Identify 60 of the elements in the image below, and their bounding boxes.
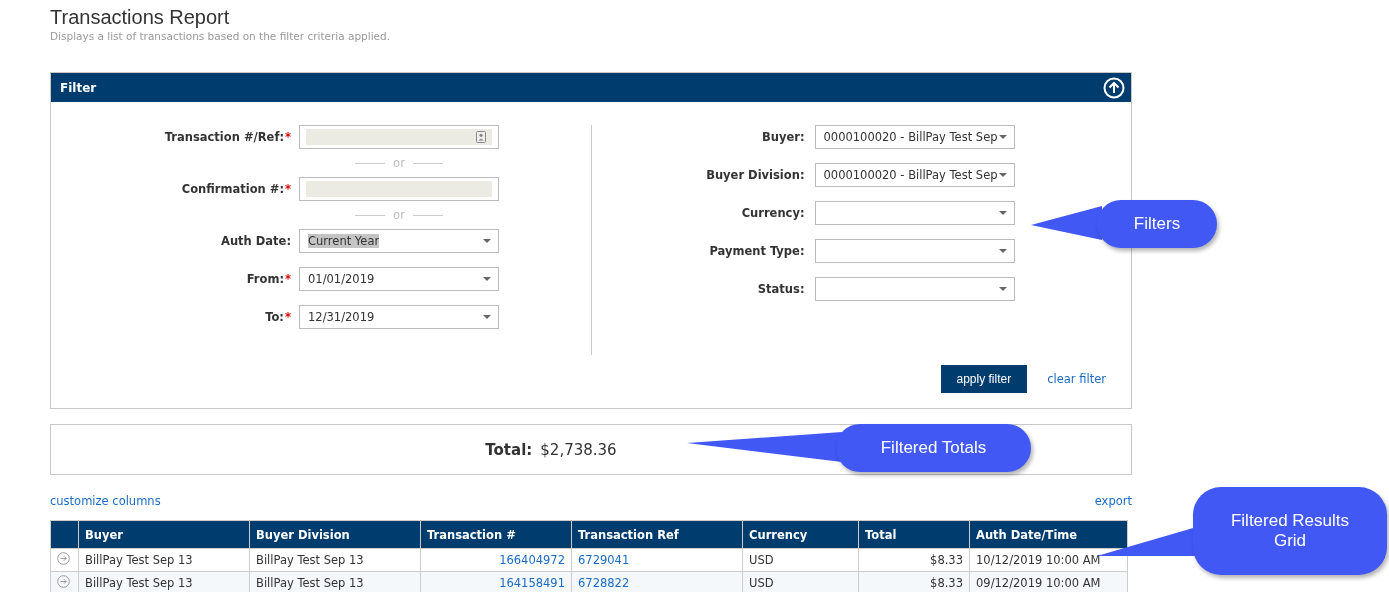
dropdown[interactable]: Current Year [299,229,499,253]
text-field[interactable] [299,125,499,149]
dropdown[interactable]: 0000100020 - BillPay Test Sep [814,163,1015,187]
dropdown[interactable]: 0000100020 - BillPay Test Sep [814,125,1015,149]
filter-title: Filter [60,80,97,95]
table-cell: USD [742,548,859,572]
field-label: Transaction #/Ref: [164,130,284,144]
field-label: From: [246,272,284,286]
arrow-circle-icon [57,552,70,565]
field-label: To: [265,310,284,324]
page-title: Transactions Report [50,5,231,29]
column-header: Transaction Ref [571,520,743,549]
caret-icon [998,135,1007,139]
collapse-button[interactable] [1103,76,1125,99]
caret-icon [483,277,491,281]
table-cell: $8.33 [858,548,970,572]
required-marker: * [285,272,291,286]
dropdown[interactable]: 01/01/2019 [299,267,499,291]
field-label: Payment Type: [709,244,805,258]
column-header: Buyer [78,520,250,549]
required-marker: * [285,130,291,144]
caret-icon [998,211,1007,215]
caret-icon [998,249,1007,253]
export-link[interactable]: export [1094,494,1132,512]
or-separator: or [393,156,405,170]
text-field[interactable] [299,177,499,201]
or-separator: or [393,208,405,222]
dropdown[interactable] [814,277,1015,301]
field-label: Buyer Division: [706,168,805,182]
page-subtitle: Displays a list of transactions based on the filter criteria applied. [50,30,392,42]
apply-filter-button[interactable]: apply filter [940,365,1028,393]
column-header: Total [858,520,970,549]
required-marker: * [285,182,291,196]
column-header: Buyer Division [249,520,421,549]
dropdown[interactable] [814,201,1015,225]
contact-card-icon [476,131,486,143]
column-header: Transaction # [420,520,572,549]
customize-columns-link[interactable]: customize columns [50,494,161,512]
field-label: Status: [757,282,805,296]
table-cell: BillPay Test Sep 13 [249,548,421,572]
caret-icon [998,287,1007,291]
total-label: Total: [485,440,533,459]
required-marker: * [285,310,291,324]
field-label: Currency: [741,206,805,220]
caret-icon [483,239,491,243]
field-label: Confirmation #: [181,182,284,196]
table-cell: BillPay Test Sep 13 [78,548,250,572]
caret-icon [483,315,491,319]
transaction-link[interactable]: 6729041 [578,553,630,567]
column-header: Auth Date/Time [969,520,1128,549]
dropdown[interactable]: 12/31/2019 [299,305,499,329]
arrow-circle-icon [57,575,70,588]
dropdown[interactable] [814,239,1015,263]
field-label: Auth Date: [221,234,291,248]
clear-filter-link[interactable]: clear filter [1047,372,1106,386]
total-value: $2,738.36 [540,440,617,459]
column-header: Currency [742,520,859,549]
field-label: Buyer: [761,130,805,144]
callout: Filtered Results Grid [1193,487,1387,575]
caret-icon [998,173,1007,177]
